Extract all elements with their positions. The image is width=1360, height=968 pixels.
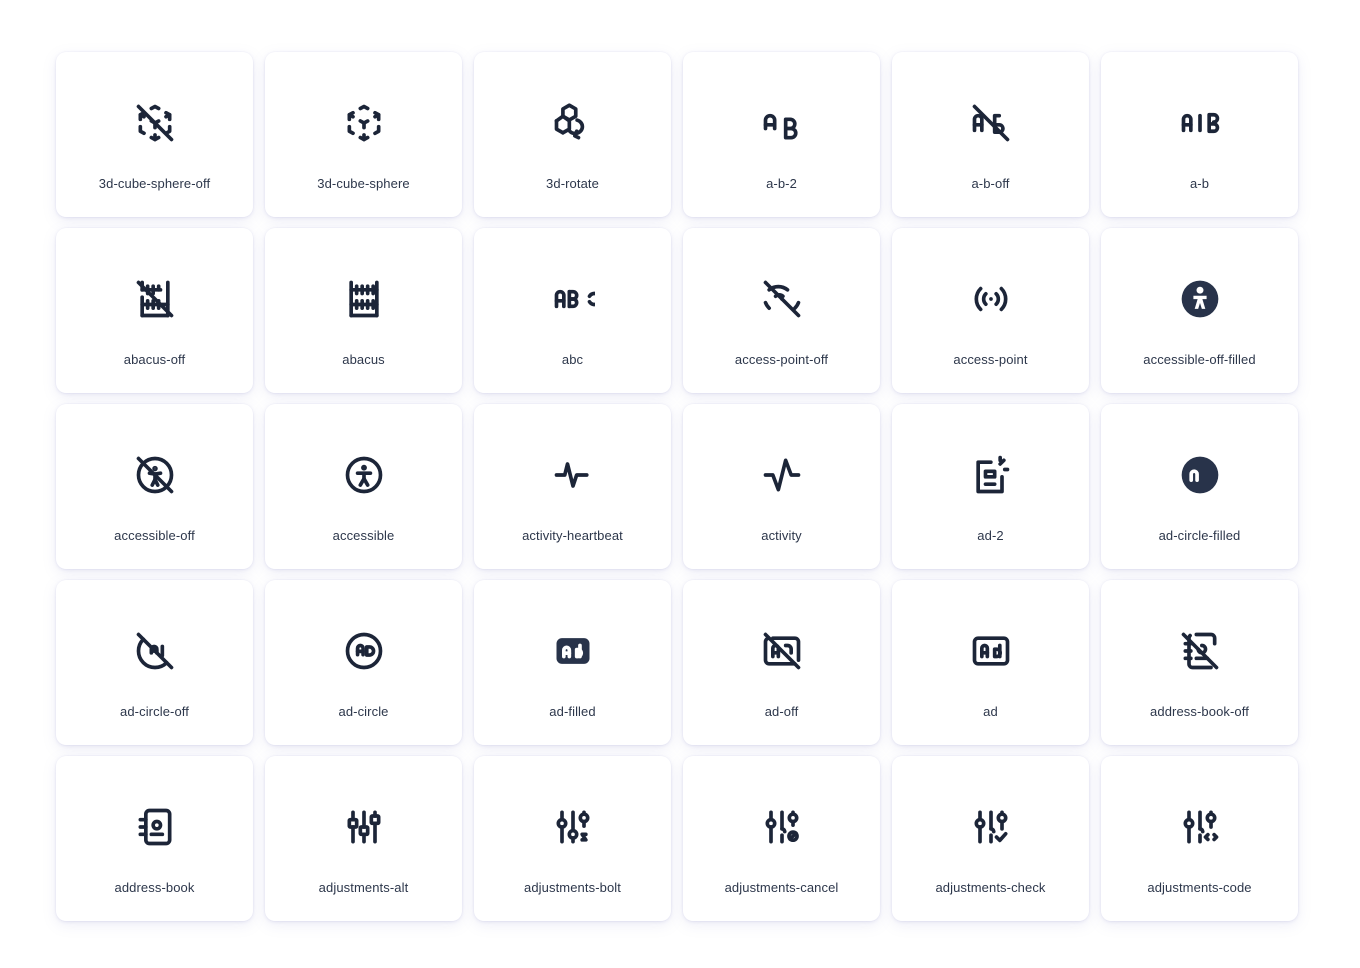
icon-card-adjustments-bolt[interactable]: adjustments-bolt — [474, 756, 671, 921]
icon-label: 3d-cube-sphere-off — [98, 176, 211, 191]
ad-circle-icon — [340, 627, 388, 675]
icon-label: adjustments-check — [935, 880, 1046, 895]
ad-off-icon — [758, 627, 806, 675]
icon-card-ad-filled[interactable]: ad-filled — [474, 580, 671, 745]
icon-card-abc[interactable]: abc — [474, 228, 671, 393]
icon-card-accessible-off[interactable]: accessible-off — [56, 404, 253, 569]
icon-card-3d-cube-sphere[interactable]: 3d-cube-sphere — [265, 52, 462, 217]
a-b-icon — [1176, 99, 1224, 147]
3d-rotate-icon — [549, 99, 597, 147]
icon-card-adjustments-alt[interactable]: adjustments-alt — [265, 756, 462, 921]
ad-circle-filled-icon — [1176, 451, 1224, 499]
adjustments-alt-icon — [340, 803, 388, 851]
icon-label: access-point — [953, 352, 1028, 367]
icon-label: 3d-cube-sphere — [317, 176, 410, 191]
address-book-icon — [131, 803, 179, 851]
icon-gallery-grid: 3d-cube-sphere-off 3d-cube-sphere 3d-rotat… — [56, 52, 1299, 921]
icon-card-a-b-off[interactable]: a-b-off — [892, 52, 1089, 217]
icon-card-access-point-off[interactable]: access-point-off — [683, 228, 880, 393]
icon-label: address-book — [114, 880, 195, 895]
icon-card-accessible[interactable]: accessible — [265, 404, 462, 569]
icon-label: adjustments-code — [1147, 880, 1252, 895]
accessible-off-icon — [131, 451, 179, 499]
icon-label: abacus-off — [123, 352, 186, 367]
icon-label: accessible-off-filled — [1143, 352, 1256, 367]
ad-circle-off-icon — [131, 627, 179, 675]
icon-card-ad-2[interactable]: ad-2 — [892, 404, 1089, 569]
icon-label: accessible-off — [114, 528, 195, 543]
icon-label: ad-off — [764, 704, 799, 719]
icon-card-address-book-off[interactable]: address-book-off — [1101, 580, 1298, 745]
icon-label: a-b-off — [971, 176, 1010, 191]
icon-card-adjustments-check[interactable]: adjustments-check — [892, 756, 1089, 921]
icon-label: address-book-off — [1150, 704, 1249, 719]
icon-card-ad[interactable]: ad — [892, 580, 1089, 745]
icon-card-address-book[interactable]: address-book — [56, 756, 253, 921]
activity-icon — [758, 451, 806, 499]
icon-card-adjustments-cancel[interactable]: adjustments-cancel — [683, 756, 880, 921]
accessible-icon — [340, 451, 388, 499]
address-book-off-icon — [1176, 627, 1224, 675]
icon-label: ad-2 — [977, 528, 1004, 543]
icon-label: adjustments-bolt — [524, 880, 621, 895]
icon-label: ad — [983, 704, 998, 719]
adjustments-cancel-icon — [758, 803, 806, 851]
icon-card-3d-cube-sphere-off[interactable]: 3d-cube-sphere-off — [56, 52, 253, 217]
activity-heartbeat-icon — [549, 451, 597, 499]
icon-card-abacus-off[interactable]: abacus-off — [56, 228, 253, 393]
icon-label: a-b — [1189, 176, 1210, 191]
icon-card-a-b-2[interactable]: a-b-2 — [683, 52, 880, 217]
access-point-off-icon — [758, 275, 806, 323]
a-b-off-icon — [967, 99, 1015, 147]
icon-label: 3d-rotate — [546, 176, 599, 191]
icon-card-accessible-off-filled[interactable]: accessible-off-filled — [1101, 228, 1298, 393]
icon-card-ad-off[interactable]: ad-off — [683, 580, 880, 745]
icon-label: adjustments-alt — [318, 880, 409, 895]
icon-card-ad-circle-filled[interactable]: ad-circle-filled — [1101, 404, 1298, 569]
ad-icon — [967, 627, 1015, 675]
icon-label: ad-circle-off — [120, 704, 189, 719]
icon-card-activity[interactable]: activity — [683, 404, 880, 569]
icon-card-a-b[interactable]: a-b — [1101, 52, 1298, 217]
a-b-2-icon — [758, 99, 806, 147]
icon-label: abc — [561, 352, 584, 367]
icon-card-activity-heartbeat[interactable]: activity-heartbeat — [474, 404, 671, 569]
icon-card-3d-rotate[interactable]: 3d-rotate — [474, 52, 671, 217]
3d-cube-sphere-icon — [340, 99, 388, 147]
icon-card-adjustments-code[interactable]: adjustments-code — [1101, 756, 1298, 921]
icon-label: accessible — [332, 528, 395, 543]
3d-cube-sphere-off-icon — [131, 99, 179, 147]
adjustments-bolt-icon — [549, 803, 597, 851]
abc-icon — [549, 275, 597, 323]
accessible-off-filled-icon — [1176, 275, 1224, 323]
icon-card-ad-circle[interactable]: ad-circle — [265, 580, 462, 745]
icon-card-access-point[interactable]: access-point — [892, 228, 1089, 393]
icon-label: abacus — [342, 352, 385, 367]
adjustments-check-icon — [967, 803, 1015, 851]
icon-label: a-b-2 — [766, 176, 797, 191]
access-point-icon — [967, 275, 1015, 323]
icon-label: access-point-off — [734, 352, 829, 367]
icon-card-ad-circle-off[interactable]: ad-circle-off — [56, 580, 253, 745]
icon-label: ad-filled — [549, 704, 596, 719]
icon-label: adjustments-cancel — [724, 880, 839, 895]
ad-2-icon — [967, 451, 1015, 499]
abacus-icon — [340, 275, 388, 323]
icon-card-abacus[interactable]: abacus — [265, 228, 462, 393]
icon-label: ad-circle-filled — [1158, 528, 1241, 543]
icon-label: ad-circle — [338, 704, 389, 719]
adjustments-code-icon — [1176, 803, 1224, 851]
ad-filled-icon — [549, 627, 597, 675]
icon-label: activity — [761, 528, 802, 543]
icon-label: activity-heartbeat — [522, 528, 623, 543]
abacus-off-icon — [131, 275, 179, 323]
